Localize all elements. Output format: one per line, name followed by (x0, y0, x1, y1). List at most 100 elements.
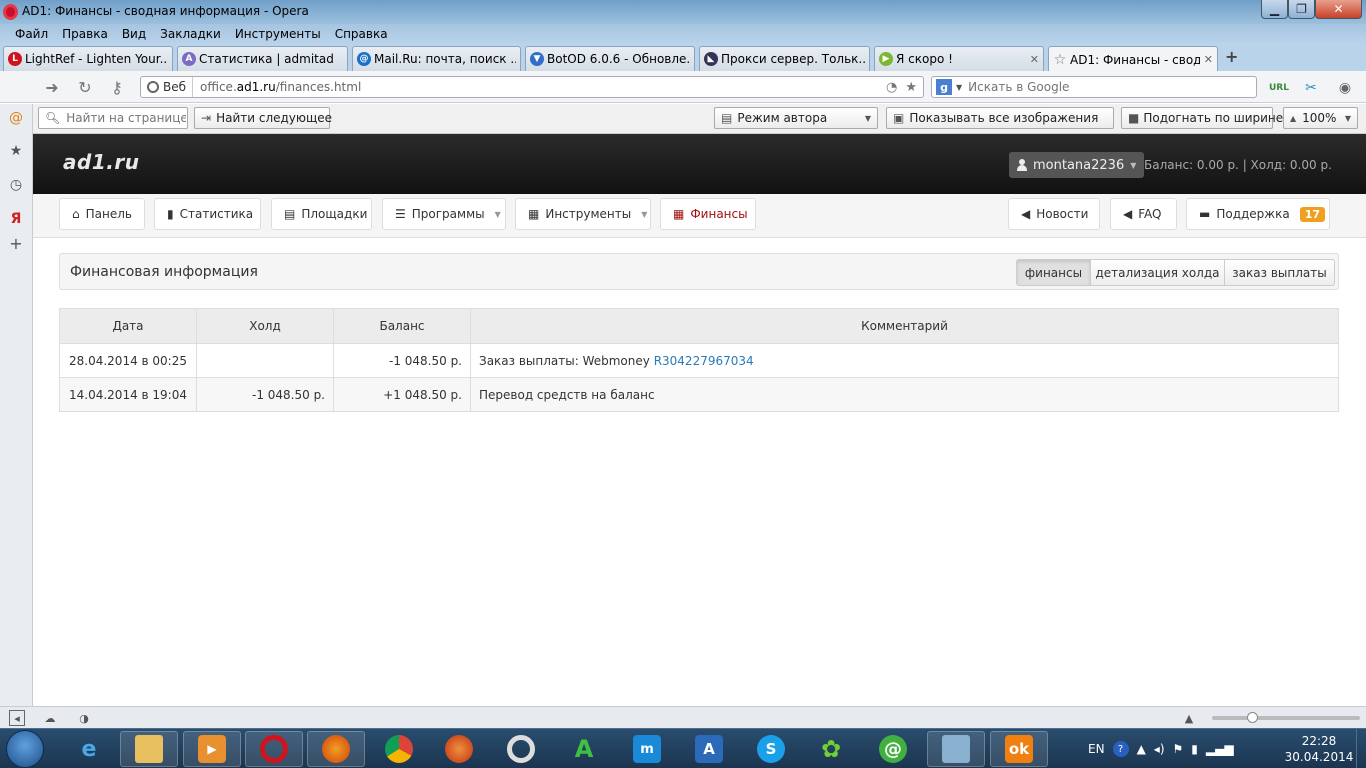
tab-admitad[interactable]: A Статистика | admitad (177, 46, 348, 71)
menu-bookmarks[interactable]: Закладки (153, 27, 228, 41)
wallet-link[interactable]: R304227967034 (654, 354, 754, 368)
tab-ad1-finances[interactable]: ☆ AD1: Финансы - сводн... ✕ (1048, 46, 1218, 72)
menu-help[interactable]: Справка (328, 27, 395, 41)
language-indicator[interactable]: EN (1088, 742, 1105, 756)
url-extension-icon[interactable]: URL (1268, 77, 1290, 99)
taskbar-opera[interactable] (245, 731, 303, 767)
nav-faq[interactable]: ◀ FAQ (1110, 198, 1177, 230)
menu-edit[interactable]: Правка (55, 27, 115, 41)
start-button[interactable] (6, 730, 44, 768)
taskbar-skype[interactable]: S (742, 731, 800, 767)
rss-icon[interactable]: ◔ (886, 80, 897, 95)
search-engine-chevron-down-icon[interactable]: ▼ (956, 83, 962, 92)
taskbar-media[interactable]: ▶ (183, 731, 241, 767)
tab-proxy[interactable]: ◣ Прокси сервер. Тольк... (699, 46, 870, 71)
tab-label: финансы (1024, 265, 1083, 280)
nav-label: Новости (1036, 207, 1089, 221)
volume-icon[interactable]: ◂) (1154, 742, 1165, 756)
nav-finances[interactable]: ▦ Финансы (660, 198, 756, 230)
search-input[interactable] (968, 80, 1239, 94)
system-clock[interactable]: 22:28 30.04.2014 (1284, 733, 1354, 765)
cell-date: 14.04.2014 в 19:04 (59, 377, 197, 412)
find-next-button[interactable]: ⇥ Найти следующее (194, 107, 332, 129)
show-images-button[interactable]: ▣ Показывать все изображения (886, 107, 1114, 129)
cloud-icon[interactable]: ☁ (42, 710, 58, 726)
author-mode-select[interactable]: ▤ Режим автора ▼ (714, 107, 878, 129)
taskbar-explorer[interactable] (120, 731, 178, 767)
nav-news[interactable]: ◀ Новости (1008, 198, 1100, 230)
tab-close-icon[interactable]: ✕ (1204, 53, 1213, 66)
battery-icon[interactable]: ▮ (1191, 742, 1198, 756)
tab-hold-details[interactable]: детализация холда (1091, 259, 1225, 286)
zoom-select[interactable]: ▲ 100% ▼ (1283, 107, 1358, 129)
site-logo[interactable]: ad1.ru (63, 150, 139, 174)
taskbar-firefox[interactable] (307, 731, 365, 767)
globe-menu-icon[interactable]: ◉ (1334, 77, 1356, 99)
yandex-icon[interactable]: Я (7, 210, 25, 228)
search-box[interactable]: g ▼ (931, 76, 1257, 98)
address-url[interactable]: office.ad1.ru/finances.html (193, 80, 886, 94)
taskbar-app-orange[interactable] (430, 731, 488, 767)
taskbar-notes[interactable] (927, 731, 985, 767)
nav-sites[interactable]: ▤ Площадки (271, 198, 372, 230)
nav-tools[interactable]: ▦ Инструменты ▼ (515, 198, 651, 230)
tab-soon[interactable]: ▶ Я скоро ! ✕ (874, 46, 1044, 71)
nav-programs[interactable]: ☰ Программы ▼ (382, 198, 506, 230)
menu-view[interactable]: Вид (115, 27, 153, 41)
page-up-icon[interactable]: ▲ (1181, 710, 1197, 726)
taskbar-mail-agent[interactable]: @ (864, 731, 922, 767)
taskbar-app-green[interactable]: A (555, 731, 613, 767)
history-clock-icon[interactable]: ◷ (7, 176, 25, 194)
fit-width-button[interactable]: ■ Подогнать по ширине (1121, 107, 1283, 129)
google-icon[interactable]: g (936, 79, 952, 95)
minimize-button[interactable]: ▁ (1261, 0, 1288, 19)
tab-botod[interactable]: ▼ BotOD 6.0.6 - Обновле... (525, 46, 695, 71)
forward-arrow-icon[interactable]: ➜ (42, 77, 62, 97)
new-tab-button[interactable]: + (1225, 47, 1238, 66)
grid-icon: ▦ (528, 207, 540, 221)
flag-icon[interactable]: ⚑ (1173, 742, 1184, 756)
tab-finances[interactable]: финансы (1016, 259, 1091, 286)
taskbar-app-blue[interactable]: A (680, 731, 738, 767)
bookmark-star-icon[interactable]: ★ (905, 80, 917, 95)
address-bar[interactable]: Веб office.ad1.ru/finances.html ◔ ★ (140, 76, 924, 98)
reload-icon[interactable]: ↻ (75, 77, 95, 97)
tray-expand-icon[interactable]: ▲ (1137, 742, 1146, 756)
bookmarks-star-icon[interactable]: ★ (7, 142, 25, 160)
taskbar-icq[interactable]: ✿ (802, 731, 860, 767)
nav-panel[interactable]: ⌂ Панель (59, 198, 145, 230)
show-desktop-button[interactable] (1356, 729, 1366, 768)
network-signal-icon[interactable]: ▂▄▆ (1206, 742, 1234, 756)
tab-payout-request[interactable]: заказ выплаты (1225, 259, 1335, 286)
taskbar-opera-next[interactable] (492, 731, 550, 767)
panel-toggle-icon[interactable]: ◂ (9, 710, 25, 726)
tab-mailru[interactable]: @ Mail.Ru: почта, поиск ... (352, 46, 521, 71)
nav-statistics[interactable]: ▮ Статистика (154, 198, 261, 230)
taskbar-maxthon[interactable]: m (618, 731, 676, 767)
add-panel-icon[interactable]: + (7, 234, 25, 253)
speed-dial-icon[interactable]: ◑ (76, 710, 92, 726)
menu-tools[interactable]: Инструменты (228, 27, 328, 41)
zoom-slider[interactable] (1212, 716, 1360, 720)
left-sidebar-panel: @ ★ ◷ Я + (0, 104, 33, 706)
address-web-badge[interactable]: Веб (141, 77, 194, 97)
user-menu-button[interactable]: montana2236 ▼ (1009, 152, 1145, 178)
taskbar-odnoklassniki[interactable]: ok (990, 731, 1048, 767)
chevron-down-icon: ▼ (1130, 160, 1137, 170)
find-on-page-field[interactable]: 🔍︎ (38, 107, 188, 129)
taskbar-ie[interactable]: e (60, 731, 118, 767)
zoom-slider-handle[interactable] (1247, 712, 1258, 723)
tab-lightref[interactable]: L LightRef - Lighten Your... (3, 46, 173, 71)
home-icon: ⌂ (72, 207, 80, 221)
tools-extension-icon[interactable]: ✂ (1300, 77, 1322, 99)
menu-file[interactable]: Файл (8, 27, 55, 41)
find-input[interactable] (66, 111, 187, 125)
nav-support[interactable]: ▬ Поддержка 17 (1186, 198, 1330, 230)
close-button[interactable]: ✕ (1315, 0, 1362, 19)
tab-close-icon[interactable]: ✕ (1030, 53, 1039, 66)
maximize-button[interactable]: ❐ (1288, 0, 1315, 19)
key-icon[interactable]: ⚷ (107, 77, 127, 97)
mail-icon[interactable]: @ (7, 109, 25, 127)
help-icon[interactable]: ? (1112, 741, 1129, 757)
taskbar-chrome[interactable] (370, 731, 428, 767)
